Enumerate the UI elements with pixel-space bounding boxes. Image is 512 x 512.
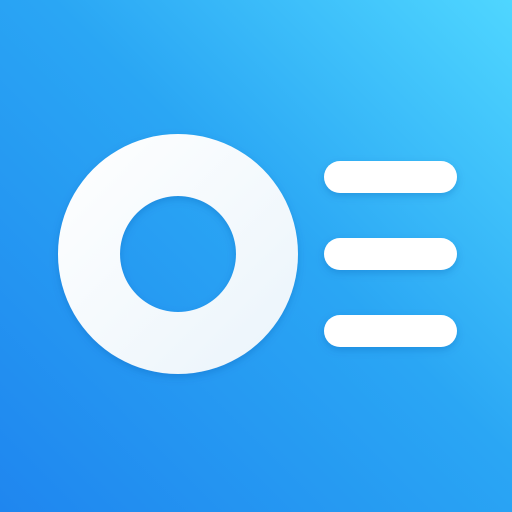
list-line-middle — [324, 238, 457, 270]
list-lines-icon — [324, 161, 457, 347]
app-icon[interactable] — [0, 0, 512, 512]
list-line-bottom — [324, 315, 457, 347]
app-icon-graphic — [0, 0, 512, 512]
list-line-top — [324, 161, 457, 193]
